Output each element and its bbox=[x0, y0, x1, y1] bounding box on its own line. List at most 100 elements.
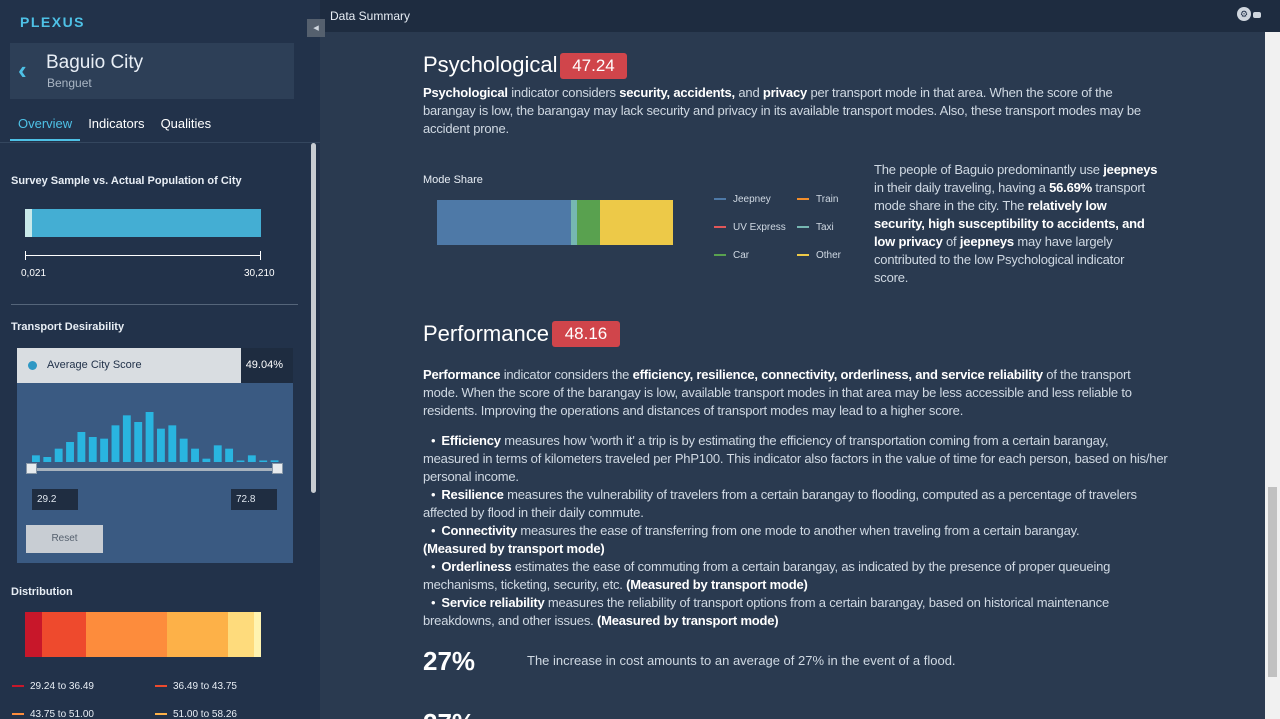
range-max-input[interactable]: 72.8 bbox=[231, 489, 277, 510]
term: Psychological bbox=[423, 85, 508, 100]
legend-swatch bbox=[12, 713, 24, 716]
histogram-bar bbox=[54, 448, 63, 462]
distribution-legend-1: 29.24 to 36.49 bbox=[12, 681, 94, 692]
legend-swatch bbox=[797, 254, 809, 257]
text: measures the ease of transferring from o… bbox=[516, 523, 1080, 538]
transport-title: Transport Desirability bbox=[11, 321, 125, 333]
survey-title: Survey Sample vs. Actual Population of C… bbox=[11, 175, 242, 187]
range-slider-track[interactable] bbox=[31, 468, 279, 471]
performance-description: Performance indicator considers the effi… bbox=[423, 366, 1168, 420]
sidebar-scrollbar[interactable] bbox=[311, 143, 316, 493]
range-min-input[interactable]: 29.2 bbox=[32, 489, 78, 510]
histogram-bar bbox=[145, 412, 154, 462]
term: jeepneys bbox=[959, 234, 1014, 249]
list-item: • Efficiency measures how 'worth it' a tr… bbox=[423, 433, 1168, 484]
histogram-bar bbox=[168, 425, 177, 462]
text: of bbox=[942, 234, 960, 249]
mode-legend-train: Train bbox=[797, 194, 838, 205]
histogram-bar bbox=[236, 460, 245, 462]
mode-share-title: Mode Share bbox=[423, 174, 483, 186]
mode-legend-uv-express: UV Express bbox=[714, 222, 786, 233]
score-header: Average City Score 49.04% bbox=[17, 348, 293, 383]
note: (Measured by transport mode) bbox=[423, 541, 605, 556]
legend-dot-icon bbox=[28, 361, 37, 370]
legend-label: Taxi bbox=[816, 222, 834, 233]
term: Efficiency bbox=[441, 433, 501, 448]
text: and bbox=[734, 85, 763, 100]
legend-swatch bbox=[714, 254, 726, 257]
mode-legend-jeepney: Jeepney bbox=[714, 194, 771, 205]
histogram-bar bbox=[259, 460, 268, 462]
city-province: Benguet bbox=[47, 76, 92, 90]
collapse-sidebar-icon[interactable]: ◂ bbox=[307, 19, 325, 37]
page-title: Data Summary bbox=[330, 9, 411, 23]
range-handle-min[interactable] bbox=[26, 463, 37, 474]
mode-share-segment bbox=[576, 200, 601, 245]
mode-share-insight: The people of Baguio predominantly use j… bbox=[874, 161, 1159, 287]
histogram-bar bbox=[88, 437, 97, 462]
brand-logo[interactable]: PLEXUS bbox=[20, 14, 85, 30]
score-value-box: 49.04% bbox=[241, 348, 293, 383]
note: (Measured by transport mode) bbox=[626, 577, 808, 592]
tab-bar: Overview Indicators Qualities bbox=[10, 115, 219, 141]
list-item: • Orderliness estimates the ease of commu… bbox=[423, 559, 1111, 592]
page-scroll-thumb[interactable] bbox=[1268, 487, 1277, 677]
back-arrow-icon[interactable]: ‹ bbox=[18, 55, 38, 85]
score-card: Average City Score 49.04% 29.2 72.8 Rese… bbox=[17, 348, 293, 563]
population-max-label: 30,210 bbox=[244, 268, 275, 279]
histogram-bar bbox=[270, 460, 279, 462]
flood-cost-stat: 27% bbox=[423, 646, 476, 676]
psychological-description: Psychological indicator considers securi… bbox=[423, 84, 1168, 138]
score-value: 49.04% bbox=[245, 359, 283, 371]
text: measures the vulnerability of travelers … bbox=[423, 487, 1137, 520]
distribution-bar bbox=[25, 612, 261, 657]
city-card: ‹ Baguio City Benguet bbox=[10, 43, 294, 99]
term: Resilience bbox=[441, 487, 504, 502]
legend-swatch bbox=[714, 198, 726, 201]
population-min-label: 0,021 bbox=[21, 268, 47, 279]
legend-label: Jeepney bbox=[733, 194, 771, 205]
performance-bullet-list: • Efficiency measures how 'worth it' a tr… bbox=[423, 432, 1168, 630]
distribution-segment bbox=[86, 612, 167, 657]
settings-icon[interactable]: ⚙ bbox=[1237, 7, 1251, 21]
toggle-icon[interactable] bbox=[1253, 12, 1261, 18]
mode-share-bar bbox=[437, 200, 673, 245]
legend-swatch bbox=[155, 713, 167, 716]
range-handle-max[interactable] bbox=[272, 463, 283, 474]
histogram-bar bbox=[77, 432, 86, 462]
histogram-bar bbox=[43, 457, 52, 462]
legend-label: Train bbox=[816, 194, 839, 205]
term: 56.69% bbox=[1049, 180, 1093, 195]
note: (Measured by transport mode) bbox=[596, 613, 779, 628]
main-content: Psychological 47.24 Psychological indica… bbox=[320, 32, 1265, 719]
legend-swatch bbox=[797, 198, 809, 201]
reset-button[interactable]: Reset bbox=[26, 525, 103, 553]
axis-tick-min bbox=[25, 251, 26, 260]
histogram-bar bbox=[213, 445, 222, 462]
tab-overview[interactable]: Overview bbox=[10, 115, 81, 141]
term: efficiency, resilience, connectivity, or… bbox=[632, 367, 1043, 382]
score-label: Average City Score bbox=[47, 359, 142, 371]
list-item: • Resilience measures the vulnerability o… bbox=[423, 487, 1137, 520]
histogram-bar bbox=[66, 442, 74, 462]
score-histogram bbox=[32, 412, 279, 462]
population-axis bbox=[25, 255, 261, 256]
text: measures how 'worth it' a trip is by est… bbox=[423, 433, 1168, 484]
histogram-bar bbox=[32, 455, 40, 462]
legend-label: Other bbox=[816, 250, 842, 261]
mode-legend-other: Other bbox=[797, 250, 841, 261]
legend-label: 51.00 to 58.26 bbox=[173, 709, 237, 719]
histogram-bar bbox=[122, 415, 131, 462]
legend-label: UV Express bbox=[733, 222, 786, 233]
histogram-bar bbox=[202, 458, 211, 462]
next-stat: 27% bbox=[423, 708, 475, 719]
page-scrollbar[interactable] bbox=[1265, 32, 1280, 719]
term: privacy bbox=[762, 85, 808, 100]
distribution-legend-3: 43.75 to 51.00 bbox=[12, 709, 94, 719]
term: Orderliness bbox=[441, 559, 512, 574]
tab-qualities[interactable]: Qualities bbox=[153, 115, 220, 141]
tab-indicators[interactable]: Indicators bbox=[80, 115, 152, 141]
list-item: • Connectivity measures the ease of trans… bbox=[423, 523, 1080, 556]
population-bar bbox=[25, 209, 261, 237]
psychological-score-badge: 47.24 bbox=[560, 53, 627, 79]
